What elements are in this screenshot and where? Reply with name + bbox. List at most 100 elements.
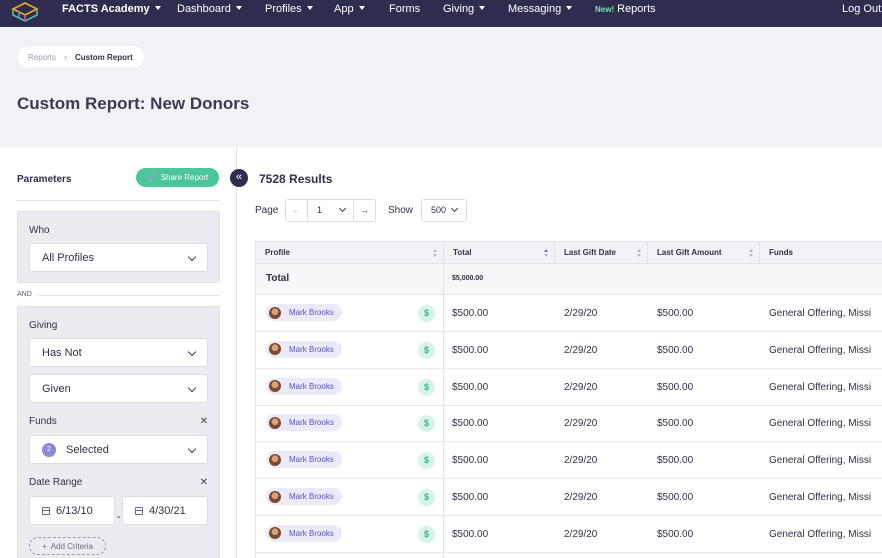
logout-link[interactable]: Log Out — [842, 0, 881, 20]
sort-icon — [544, 249, 549, 257]
last-gift-amount-cell: $500.00 — [657, 492, 694, 503]
next-page-icon[interactable]: → — [353, 200, 375, 221]
chevron-down-icon — [450, 204, 459, 213]
facts-logo-icon[interactable] — [11, 1, 39, 23]
chevron-down-icon — [187, 252, 197, 262]
remove-date-range-icon[interactable]: ✕ — [200, 477, 208, 488]
giving-condition-select[interactable]: Has Not — [29, 338, 208, 367]
total-value: $5,000.00 — [452, 275, 484, 282]
last-gift-amount-cell: $500.00 — [657, 308, 694, 319]
funds-cell: General Offering, Missi — [769, 528, 872, 540]
dollar-icon[interactable]: $ — [418, 525, 435, 543]
funds-label: Funds — [29, 416, 57, 427]
pager: ← 1 → — [285, 199, 376, 222]
chevron-down-icon — [235, 6, 242, 11]
giving-block: Giving Has Not Given Funds ✕ 2 Selected … — [17, 306, 220, 558]
prev-page-icon[interactable]: ← — [286, 200, 308, 221]
chevron-down-icon — [154, 6, 161, 11]
last-gift-amount-cell: $500.00 — [657, 528, 694, 540]
nav-dashboard[interactable]: Dashboard — [177, 0, 242, 20]
nav-messaging[interactable]: Messaging — [508, 0, 573, 20]
total-cell: $500.00 — [452, 418, 489, 430]
and-label: AND — [17, 291, 32, 298]
last-gift-date-cell: 2/29/20 — [564, 344, 598, 356]
table-row: Mark Brooks $ $500.00 2/29/20 $500.00 General… — [256, 295, 882, 332]
total-cell: $500.00 — [452, 492, 489, 503]
who-select[interactable]: All Profiles — [29, 243, 208, 272]
dollar-icon[interactable]: $ — [418, 341, 435, 359]
new-badge: New! — [595, 5, 615, 14]
profile-chip[interactable]: Mark Brooks — [266, 340, 342, 358]
column-header-total[interactable]: Total — [444, 242, 555, 264]
total-cell: $500.00 — [452, 344, 489, 356]
page-size-select[interactable]: 500 — [421, 199, 467, 222]
funds-select[interactable]: 2 Selected — [29, 435, 208, 464]
top-nav: FACTS Academy Dashboard Profiles App For… — [0, 0, 882, 27]
nav-forms[interactable]: Forms — [389, 0, 420, 20]
collapse-panel-icon[interactable]: « — [230, 169, 248, 187]
dollar-icon[interactable]: $ — [418, 415, 435, 433]
table-row: Mark Brooks $ $500.00 2/29/20 $500.00 General… — [256, 369, 882, 406]
chevron-down-icon — [187, 444, 197, 454]
last-gift-date-cell: 2/29/20 — [564, 308, 598, 319]
giving-action-select[interactable]: Given — [29, 374, 208, 403]
date-separator: - — [117, 511, 121, 523]
total-cell: $500.00 — [452, 455, 489, 467]
table-row: Mark Brooks $ $500.00 2/29/20 $500.00 General… — [256, 405, 882, 443]
date-end-input[interactable]: 4/30/21 — [122, 496, 208, 525]
who-label: Who — [29, 225, 50, 236]
column-header-profile[interactable]: Profile — [256, 242, 444, 264]
last-gift-date-cell: 2/29/20 — [564, 492, 598, 503]
profile-chip[interactable]: Mark Brooks — [266, 304, 342, 321]
share-report-button[interactable]: 🔗 Share Report — [136, 168, 219, 187]
chevron-down-icon — [358, 6, 365, 11]
nav-reports[interactable]: New! Reports — [595, 0, 656, 20]
breadcrumb-reports[interactable]: Reports — [28, 53, 56, 62]
date-start-input[interactable]: 6/13/10 — [29, 496, 115, 525]
funds-cell: General Offering, Missi — [769, 418, 872, 430]
avatar — [269, 343, 281, 356]
total-cell: $500.00 — [452, 528, 489, 540]
remove-funds-icon[interactable]: ✕ — [200, 416, 208, 427]
sort-icon — [637, 249, 642, 257]
profile-chip[interactable]: Mark Brooks — [266, 451, 342, 469]
table-header: Profile Total Last Gift Date Last Gift A… — [256, 241, 882, 264]
column-header-last-gift-amount[interactable]: Last Gift Amount — [648, 242, 760, 264]
profile-chip[interactable]: Mark Brooks — [266, 414, 342, 432]
profile-chip[interactable]: Mark Brooks — [266, 524, 342, 542]
nav-app[interactable]: App — [334, 0, 365, 20]
table-row: Mark Brooks $ $500.00 2/29/20 $500.00 General… — [256, 332, 882, 369]
total-cell: $500.00 — [452, 381, 489, 393]
last-gift-date-cell: 2/29/20 — [564, 418, 598, 430]
column-header-funds[interactable]: Funds — [760, 242, 882, 264]
dollar-icon[interactable]: $ — [418, 489, 435, 506]
last-gift-date-cell: 2/29/20 — [564, 528, 598, 540]
last-gift-amount-cell: $500.00 — [657, 418, 694, 430]
dollar-icon[interactable]: $ — [418, 305, 435, 322]
chevron-down-icon — [338, 204, 347, 213]
funds-cell: General Offering, Missi — [769, 455, 872, 467]
who-block: Who All Profiles — [17, 211, 220, 283]
funds-cell: General Offering, Missi — [769, 492, 872, 503]
chevron-down-icon — [187, 383, 197, 393]
results-table: Profile Total Last Gift Date Last Gift A… — [255, 241, 882, 558]
column-header-last-gift-date[interactable]: Last Gift Date — [555, 242, 648, 264]
calendar-icon — [42, 506, 50, 515]
avatar — [269, 416, 281, 429]
dollar-icon[interactable]: $ — [418, 378, 435, 396]
avatar — [269, 306, 281, 319]
nav-brand[interactable]: FACTS Academy — [62, 0, 161, 20]
parameters-panel: Parameters 🔗 Share Report Who All Profil… — [0, 147, 237, 558]
breadcrumb: Reports › Custom Report — [17, 46, 144, 68]
add-criteria-button[interactable]: + Add Criteria — [29, 537, 106, 555]
profile-chip[interactable]: Mark Brooks — [266, 377, 342, 395]
page-select[interactable]: 1 — [317, 205, 322, 215]
avatar — [269, 453, 281, 466]
profile-chip[interactable]: Mark Brooks — [266, 488, 342, 505]
nav-profiles[interactable]: Profiles — [265, 0, 313, 20]
nav-giving[interactable]: Giving — [443, 0, 486, 20]
chevron-down-icon — [566, 6, 573, 11]
last-gift-date-cell: 2/29/20 — [564, 455, 598, 467]
divider — [17, 200, 220, 201]
dollar-icon[interactable]: $ — [418, 452, 435, 470]
